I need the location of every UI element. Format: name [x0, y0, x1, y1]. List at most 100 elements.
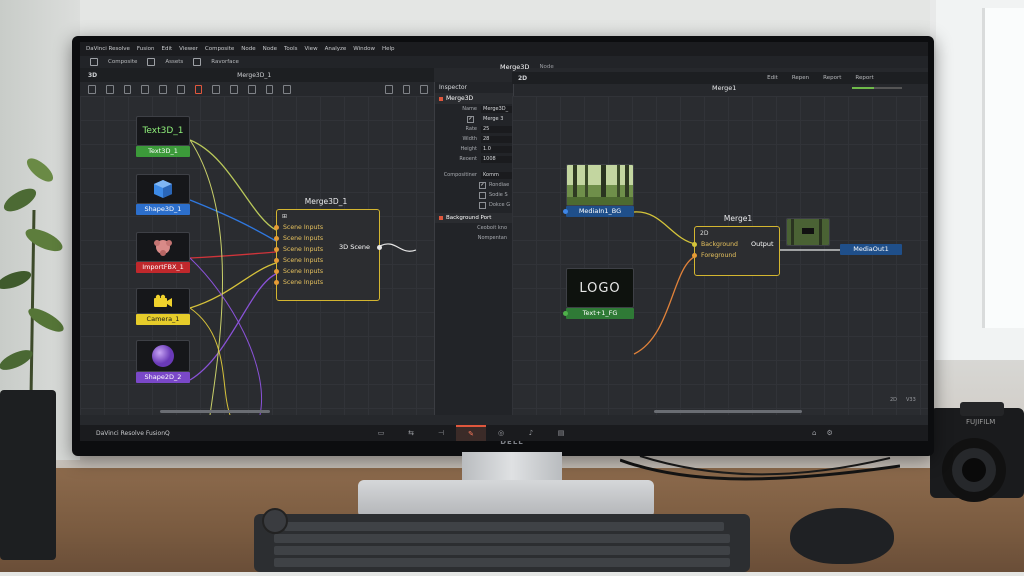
left-node-graph[interactable]: Text3D_1 Text3D_1 Shape3D_1 ImportFBX_1 [80, 96, 434, 415]
page-tab-fusion[interactable]: ✎ [456, 425, 486, 441]
merge3d-node[interactable]: ⊞ Scene Inputs Scene Inputs Scene Inputs… [274, 209, 382, 301]
input-port[interactable] [274, 258, 279, 263]
text3d-thumbnail[interactable]: Text3D_1 [136, 116, 190, 146]
menu-viewer[interactable]: Viewer [179, 46, 198, 52]
shape-icon[interactable] [283, 84, 291, 94]
pen-icon[interactable] [141, 84, 149, 94]
camera-node-label[interactable]: Camera_1 [136, 314, 190, 325]
merge3d-input-6[interactable]: Scene Inputs [274, 277, 379, 288]
merge3d-tab[interactable]: Merge3D [500, 63, 529, 71]
mediaout-node-label[interactable]: MediaOut1 [840, 244, 902, 255]
inspector-check-3[interactable]: Dokce G [435, 200, 513, 210]
input-port[interactable] [274, 247, 279, 252]
text-fg-port[interactable] [563, 311, 568, 316]
menu-fusion[interactable]: Fusion [137, 46, 155, 52]
right-node-graph[interactable]: MediaIn1_BG LOGO Text+1_FG Merge1 2D Bac… [512, 96, 928, 415]
brush-icon[interactable] [159, 84, 167, 94]
background-port-section[interactable]: Background Port [435, 213, 513, 223]
select-icon[interactable] [88, 84, 96, 94]
node-tab[interactable]: Node [539, 64, 553, 70]
page-tab-edit[interactable]: ⊣ [426, 425, 456, 441]
menu-tools[interactable]: Tools [284, 46, 298, 52]
right-viewer-mode[interactable]: 2D [518, 75, 527, 82]
grid-icon[interactable] [123, 84, 132, 94]
left-node-toolbar [88, 84, 429, 94]
rate-input[interactable]: 25 [481, 125, 513, 133]
fit-icon[interactable] [420, 84, 429, 94]
merge-checkbox[interactable]: ✓ [467, 115, 474, 123]
menu-view[interactable]: View [305, 46, 318, 52]
merge3d-input-4[interactable]: Scene Inputs [274, 255, 379, 266]
menu-analyze[interactable]: Analyze [325, 46, 347, 52]
shape2d-thumbnail[interactable] [136, 340, 190, 372]
text-fg-node-label[interactable]: Text+1_FG [566, 308, 634, 319]
reoent-input[interactable]: 1008 [481, 155, 513, 163]
page-tab-cut[interactable]: ⇆ [396, 425, 426, 441]
height-input[interactable]: 1.0 [481, 145, 513, 153]
zoom-slider[interactable] [852, 87, 902, 89]
input-port[interactable] [274, 280, 279, 285]
menu-composite[interactable]: Composite [205, 46, 234, 52]
input-port[interactable] [274, 269, 279, 274]
shape3d-thumbnail[interactable] [136, 174, 190, 204]
action-report[interactable]: Report [823, 75, 841, 81]
pointer-icon[interactable] [176, 84, 185, 94]
disconnect-icon[interactable] [194, 84, 203, 94]
left-viewer-mode[interactable]: 3D [88, 72, 97, 79]
input-port[interactable] [692, 253, 697, 258]
mediain-node-label[interactable]: MediaIn1_BG [566, 206, 634, 217]
input-port[interactable] [274, 236, 279, 241]
toolbar-favorites[interactable]: Ravorface [211, 59, 239, 65]
text3d-node-label[interactable]: Text3D_1 [136, 146, 190, 157]
shape3d-node-label[interactable]: Shape3D_1 [136, 204, 190, 215]
page-tab-color[interactable]: ◎ [486, 425, 516, 441]
name-input[interactable]: Merge3D_ [481, 105, 513, 113]
inspector-section-header[interactable]: Merge3D [435, 93, 513, 104]
settings-icon[interactable]: ⚙ [826, 429, 832, 437]
page-tab-fairlight[interactable]: ♪ [516, 425, 546, 441]
mediain-thumbnail[interactable] [566, 164, 634, 206]
text-fg-thumbnail[interactable]: LOGO [566, 268, 634, 308]
input-port[interactable] [692, 242, 697, 247]
importfbx-thumbnail[interactable] [136, 232, 190, 262]
camera-tool-icon[interactable] [265, 84, 274, 94]
film-icon[interactable] [212, 84, 220, 94]
action-edit[interactable]: Edit [767, 75, 778, 81]
action-report-2[interactable]: Report [855, 75, 873, 81]
action-repen[interactable]: Repen [792, 75, 809, 81]
merge3d-output-port[interactable] [377, 245, 382, 250]
page-tab-deliver[interactable]: ▤ [546, 425, 576, 441]
left-graph-scrollbar[interactable] [160, 410, 270, 413]
toolbar-composite[interactable]: Composite [108, 59, 137, 65]
layers-icon[interactable] [230, 84, 238, 94]
camera-thumbnail[interactable] [136, 288, 190, 314]
mediain-port[interactable] [563, 209, 568, 214]
menu-app[interactable]: DaVinci Resolve [86, 46, 130, 52]
merge-preview-thumbnail[interactable] [786, 218, 830, 246]
inspector-check-1[interactable]: ✓ Rondiae [435, 180, 513, 190]
search-icon[interactable] [402, 84, 411, 94]
width-input[interactable]: 28 [481, 135, 513, 143]
menu-node-2[interactable]: Node [263, 46, 277, 52]
merge3d-input-1[interactable]: Scene Inputs [274, 222, 379, 233]
light-icon[interactable] [247, 84, 256, 94]
right-graph-scrollbar[interactable] [654, 410, 802, 413]
compositing-select[interactable]: Komm [481, 171, 513, 179]
merge3d-input-5[interactable]: Scene Inputs [274, 266, 379, 277]
menu-edit[interactable]: Edit [162, 46, 173, 52]
inspector-check-2[interactable]: Sodie S [435, 190, 513, 200]
merge1-foreground-input[interactable]: Foreground [692, 250, 779, 261]
menu-window[interactable]: Window [353, 46, 375, 52]
menu-node[interactable]: Node [241, 46, 255, 52]
page-tab-media[interactable]: ▭ [366, 425, 396, 441]
importfbx-node-label[interactable]: ImportFBX_1 [136, 262, 190, 273]
view-icon[interactable] [105, 84, 114, 94]
shape2d-node-label[interactable]: Shape2D_2 [136, 372, 190, 383]
merge1-node[interactable]: 2D Background Foreground Output [692, 226, 780, 276]
cube-icon [154, 180, 172, 198]
zoom-in-icon[interactable] [384, 84, 393, 94]
home-icon[interactable]: ⌂ [812, 429, 816, 437]
menu-help[interactable]: Help [382, 46, 395, 52]
input-port[interactable] [274, 225, 279, 230]
toolbar-assets[interactable]: Assets [165, 59, 183, 65]
